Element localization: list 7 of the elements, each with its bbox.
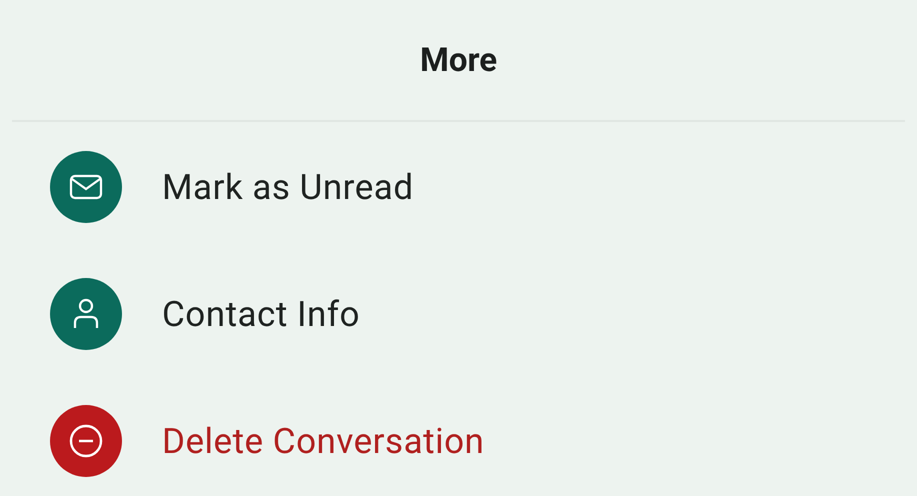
menu-item-label[interactable]: Delete Conversation	[162, 420, 484, 462]
menu-item-label[interactable]: Mark as Unread	[162, 166, 414, 208]
minus-circle-icon	[68, 423, 104, 459]
menu-item-label[interactable]: Contact Info	[162, 294, 360, 334]
sheet-title: More	[420, 40, 498, 80]
envelope-icon	[69, 174, 103, 200]
person-icon	[72, 298, 100, 330]
